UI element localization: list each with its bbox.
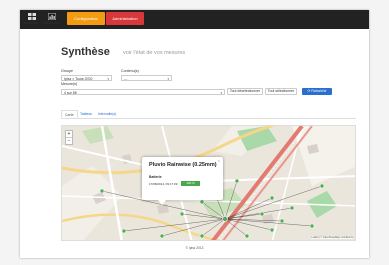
grid-icon bbox=[28, 13, 36, 20]
group-select-value: Ipisz > Tours OSO bbox=[64, 77, 93, 81]
nav-tab-configuration[interactable]: Configuration bbox=[67, 12, 105, 25]
group-select[interactable]: Ipisz > Tours OSO ▾ bbox=[61, 75, 112, 81]
refresh-button-label: Rafraîchir bbox=[311, 89, 327, 93]
popup-date: 17/08/2014, 09:17:09 bbox=[149, 182, 178, 186]
popup-tip bbox=[158, 200, 166, 205]
chevron-down-icon: ▾ bbox=[220, 91, 222, 95]
view-tabs: Carte Tableau Intervalle(s) bbox=[61, 110, 356, 119]
content-label: Contenu(s) bbox=[121, 69, 139, 73]
map-popup: Pluvio Rainwise (0.25mm) × Batterie 17/0… bbox=[142, 157, 223, 200]
tab-tableau[interactable]: Tableau bbox=[77, 110, 95, 118]
page-title: Synthèse bbox=[61, 46, 110, 58]
page: Synthèse Historique Configuration Admini… bbox=[20, 10, 369, 258]
footer: © Ipisz 2013 bbox=[185, 246, 204, 250]
nav-tab-administration[interactable]: Administration bbox=[106, 12, 144, 25]
refresh-button[interactable]: ⟳ Rafraîchir bbox=[302, 88, 332, 95]
measure-select-value: 4 sur 85 bbox=[64, 91, 77, 95]
deselect-all-button[interactable]: Tout désélectionner bbox=[227, 88, 263, 95]
status-badge: 100 % bbox=[181, 181, 200, 186]
map[interactable]: + − Pluvio Rainwise (0.25mm) × Batterie … bbox=[61, 125, 356, 241]
chevron-down-icon: ▾ bbox=[167, 77, 169, 81]
nav-item-historique[interactable]: Historique bbox=[43, 12, 61, 27]
tab-intervalles[interactable]: Intervalle(s) bbox=[95, 110, 119, 118]
zoom-control: + − bbox=[65, 130, 73, 145]
chevron-down-icon: ▾ bbox=[107, 77, 109, 81]
map-attribution: Leaflet | © OpenStreetMap contributors bbox=[311, 236, 353, 239]
chart-icon bbox=[48, 13, 56, 20]
close-icon[interactable]: × bbox=[218, 158, 220, 163]
nav-item-label: Synthèse bbox=[23, 21, 38, 25]
measure-label: Mesure(s) bbox=[61, 82, 78, 86]
select-all-button[interactable]: Tout sélectionner bbox=[265, 88, 297, 95]
content-select[interactable]: --- ▾ bbox=[121, 75, 172, 81]
nav-item-synthese[interactable]: Synthèse bbox=[23, 12, 41, 27]
top-navbar: Synthèse Historique Configuration Admini… bbox=[20, 10, 369, 29]
tab-carte[interactable]: Carte bbox=[61, 110, 78, 118]
popup-section-label: Batterie bbox=[149, 175, 162, 179]
content-select-value: --- bbox=[124, 77, 128, 81]
nav-item-label: Historique bbox=[43, 21, 60, 25]
popup-title: Pluvio Rainwise (0.25mm) bbox=[149, 162, 217, 168]
measure-select[interactable]: 4 sur 85 ▾ bbox=[61, 89, 225, 95]
group-label: Groupe bbox=[61, 69, 73, 73]
zoom-out-button[interactable]: − bbox=[66, 137, 72, 144]
page-subtitle: voir l'état de vos mesures bbox=[123, 50, 186, 56]
